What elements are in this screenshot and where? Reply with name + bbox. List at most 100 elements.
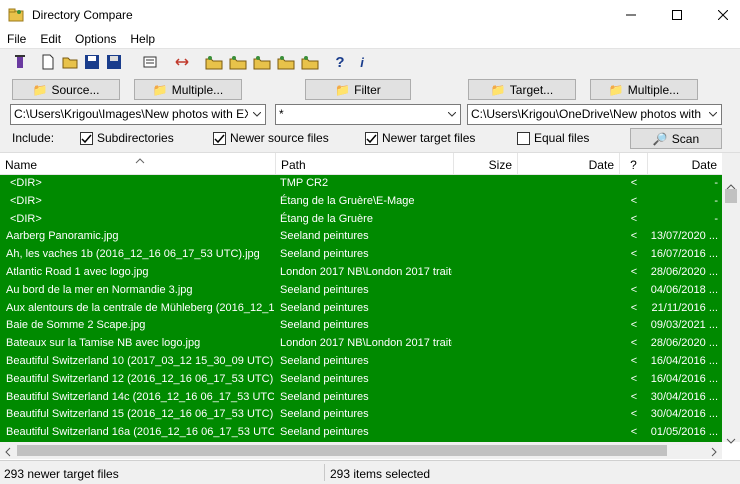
column-size[interactable]: Size: [454, 153, 518, 175]
source-path-combo[interactable]: C:\Users\Krigou\Images\New photos with E…: [10, 104, 266, 125]
scan-button[interactable]: 🔎 Scan: [630, 128, 722, 149]
table-row[interactable]: <DIR> Étang de la Gruère < -: [0, 211, 722, 229]
scroll-thumb[interactable]: [725, 189, 737, 203]
help-icon[interactable]: ?: [330, 52, 350, 72]
cell-status: <: [630, 337, 638, 350]
multi-folder-icon: 📁: [152, 82, 168, 97]
close-button[interactable]: [700, 0, 740, 30]
minimize-button[interactable]: [608, 0, 654, 30]
table-row[interactable]: Atlantic Road 1 avec logo.jpg London 2017…: [0, 264, 722, 282]
info-icon[interactable]: i: [352, 52, 372, 72]
open-icon[interactable]: [60, 52, 80, 72]
menu-bar: File Edit Options Help: [0, 30, 740, 48]
cell-status: <: [630, 266, 638, 278]
title-bar: Directory Compare: [0, 0, 740, 30]
menu-options[interactable]: Options: [68, 30, 123, 48]
target-path-combo[interactable]: C:\Users\Krigou\OneDrive\New photos with…: [467, 104, 722, 125]
scroll-left-icon[interactable]: [5, 446, 11, 460]
horizontal-scrollbar[interactable]: [0, 442, 722, 459]
list-rows: <DIR> TMP CR2 < - <DIR> Étang de la Gruère\E-…: [0, 175, 722, 442]
chevron-down-icon[interactable]: [248, 105, 265, 124]
table-row[interactable]: Aux alentours de la centrale de Mühleber…: [0, 300, 722, 318]
control-panel: 📁 Source... 📁 Multiple... 📁 Filter 📁 Target.…: [0, 74, 740, 152]
cell-name: <DIR>: [10, 194, 42, 207]
cell-status: <: [630, 248, 638, 261]
table-row[interactable]: <DIR> Étang de la Gruère\E-Mage < -: [0, 193, 722, 211]
column-date-target[interactable]: Date: [648, 153, 722, 175]
file-list[interactable]: Name Path Size Date ? Date <DIR> TMP CR2 <…: [0, 152, 740, 459]
source-button[interactable]: 📁 Source...: [12, 79, 120, 100]
trash-icon[interactable]: [10, 52, 30, 72]
multiple-left-button[interactable]: 📁 Multiple...: [134, 79, 242, 100]
table-row[interactable]: Aarberg Panoramic.jpg Seeland peintures <1…: [0, 228, 722, 246]
cell-status: <: [630, 372, 638, 385]
newer-source-checkbox[interactable]: Newer source files: [213, 131, 329, 145]
folder-compare-icon[interactable]: [252, 52, 272, 72]
cell-status: <: [630, 301, 638, 314]
table-row[interactable]: Beautiful Switzerland 15 (2016_12_16 06_…: [0, 406, 722, 424]
scroll-right-icon[interactable]: [711, 446, 717, 460]
newer-target-checkbox[interactable]: Newer target files: [365, 131, 475, 145]
cell-date2: 28/06/2020 ...: [650, 266, 718, 278]
scroll-down-icon[interactable]: [726, 433, 736, 447]
properties-icon[interactable]: [140, 52, 160, 72]
save-all-icon[interactable]: [104, 52, 124, 72]
cell-status: <: [630, 390, 638, 403]
cell-path: Étang de la Gruère\E-Mage: [280, 194, 415, 207]
cell-name: Ah, les vaches 1b (2016_12_16 06_17_53 U…: [6, 248, 260, 261]
column-path[interactable]: Path: [276, 153, 454, 175]
maximize-button[interactable]: [654, 0, 700, 30]
table-row[interactable]: Au bord de la mer en Normandie 3.jpg Seel…: [0, 282, 722, 300]
checkmark-icon: [80, 131, 93, 145]
folder-compare-icon[interactable]: [204, 52, 224, 72]
table-row[interactable]: Baie de Somme 2 Scape.jpg Seeland peintur…: [0, 317, 722, 335]
cell-name: Beautiful Switzerland 12 (2016_12_16 06_…: [6, 372, 274, 385]
menu-edit[interactable]: Edit: [33, 30, 68, 48]
cell-date2: 30/04/2016 ...: [650, 408, 718, 421]
table-row[interactable]: Ah, les vaches 1b (2016_12_16 06_17_53 U…: [0, 246, 722, 264]
cell-name: Bateaux sur la Tamise NB avec logo.jpg: [6, 337, 201, 350]
toolbar: ? i: [0, 48, 740, 74]
window-title: Directory Compare: [32, 8, 133, 22]
scroll-thumb[interactable]: [17, 445, 667, 456]
target-button[interactable]: 📁 Target...: [468, 79, 576, 100]
folder-compare-icon[interactable]: [300, 52, 320, 72]
cell-date2: 09/03/2021 ...: [650, 319, 718, 332]
cell-status: <: [630, 212, 638, 225]
cell-status: <: [630, 283, 638, 296]
menu-file[interactable]: File: [0, 30, 33, 48]
vertical-scrollbar[interactable]: [722, 153, 740, 444]
equal-files-checkbox[interactable]: Equal files: [517, 131, 589, 145]
swap-icon[interactable]: [172, 52, 192, 72]
subdirectories-checkbox[interactable]: Subdirectories: [80, 131, 174, 145]
cell-path: Seeland peintures: [280, 372, 369, 385]
chevron-down-icon[interactable]: [443, 105, 460, 124]
save-icon[interactable]: [82, 52, 102, 72]
cell-path: London 2017 NB\London 2017 traité...: [280, 266, 452, 278]
multiple-right-button[interactable]: 📁 Multiple...: [590, 79, 698, 100]
filter-combo[interactable]: *: [275, 104, 461, 125]
filter-button[interactable]: 📁 Filter: [305, 79, 411, 100]
list-header: Name Path Size Date ? Date: [0, 153, 722, 175]
column-date-source[interactable]: Date: [518, 153, 620, 175]
folder-compare-icon[interactable]: [228, 52, 248, 72]
menu-help[interactable]: Help: [123, 30, 162, 48]
table-row[interactable]: Beautiful Switzerland 10 (2017_03_12 15_…: [0, 353, 722, 371]
cell-path: Étang de la Gruère: [280, 212, 373, 225]
cell-date2: 16/07/2016 ...: [650, 248, 718, 261]
table-row[interactable]: Bateaux sur la Tamise NB avec logo.jpg Lo…: [0, 335, 722, 353]
cell-date2: -: [714, 194, 718, 207]
column-status[interactable]: ?: [620, 153, 648, 175]
table-row[interactable]: Beautiful Switzerland 12 (2016_12_16 06_…: [0, 371, 722, 389]
cell-path: Seeland peintures: [280, 283, 369, 296]
cell-status: <: [630, 426, 638, 439]
table-row[interactable]: Beautiful Switzerland 14c (2016_12_16 06…: [0, 389, 722, 407]
app-folder-icon: [8, 7, 24, 23]
folder-compare-icon[interactable]: [276, 52, 296, 72]
cell-status: <: [630, 408, 638, 421]
table-row[interactable]: Beautiful Switzerland 16a (2016_12_16 06…: [0, 424, 722, 442]
chevron-down-icon[interactable]: [704, 105, 721, 124]
table-row[interactable]: <DIR> TMP CR2 < -: [0, 175, 722, 193]
new-icon[interactable]: [38, 52, 58, 72]
status-bar: 293 newer target files 293 items selecte…: [0, 460, 740, 484]
